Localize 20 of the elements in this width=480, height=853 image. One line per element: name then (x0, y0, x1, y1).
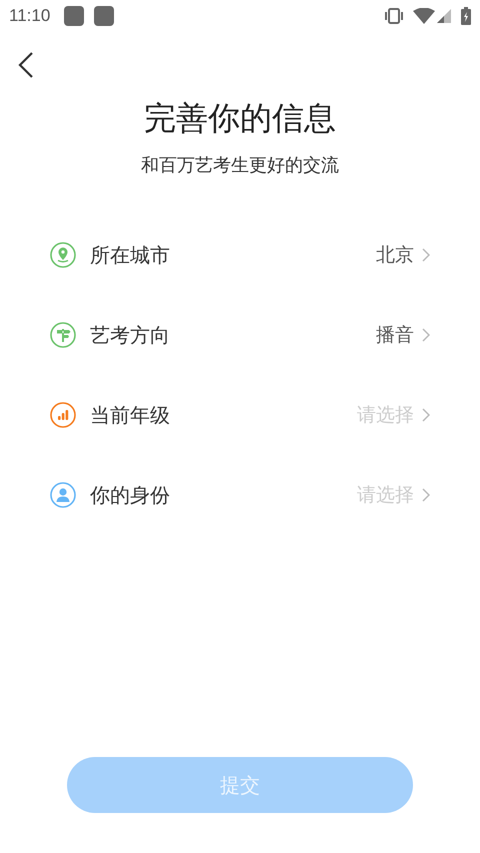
status-time: 11:10 (9, 5, 50, 28)
notification-icon (94, 6, 114, 26)
page-subtitle: 和百万艺考生更好的交流 (141, 154, 339, 178)
chevron-icon (422, 328, 430, 342)
row-value[interactable]: 北京 (376, 240, 414, 270)
notification-icon (64, 6, 84, 26)
chevron-icon (422, 488, 430, 502)
wifi-icon (413, 8, 435, 24)
row-value[interactable]: 播音 (376, 320, 414, 350)
back-icon[interactable] (18, 52, 34, 78)
chevron-icon (422, 248, 430, 262)
row-label: 当前年级 (90, 402, 170, 429)
chevron-icon (422, 408, 430, 422)
signal-icon (437, 9, 451, 23)
row-label: 你的身份 (90, 482, 170, 509)
vibrate-icon (383, 8, 405, 24)
page-title: 完善你的信息 (144, 98, 336, 138)
battery-icon (461, 7, 471, 25)
row-label: 艺考方向 (90, 322, 170, 349)
row-label: 所在城市 (90, 242, 170, 269)
